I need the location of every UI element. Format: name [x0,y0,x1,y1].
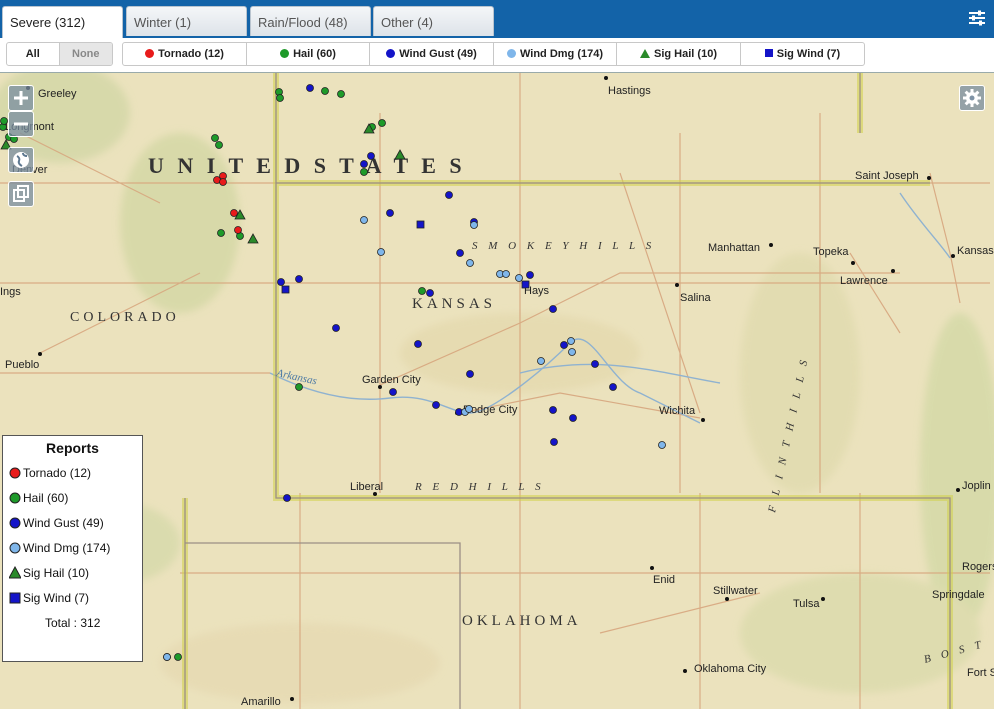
zoom-in-button[interactable] [8,85,34,111]
green-dot-icon [280,48,290,58]
legend-label: Sig Wind (7) [23,591,90,605]
legend-label: Tornado (12) [23,466,92,480]
map-view[interactable]: U N I T E D S T A T E S COLORADO KANSAS … [0,72,994,709]
filter-sig-hail[interactable]: Sig Hail (10) [617,43,741,65]
legend-item-sig-wind: Sig Wind (7) [9,591,89,607]
filter-wind-gust[interactable]: Wind Gust (49) [370,43,494,65]
gear-icon [963,89,981,107]
filter-label: Wind Gust (49) [399,48,477,60]
legend-label: Sig Hail (10) [23,566,90,580]
legend-label: Hail (60) [23,491,69,505]
city-label: Saint Joseph [855,170,919,182]
city-label: Stillwater [713,585,758,597]
sliders-icon[interactable] [968,9,986,27]
legend-item-sig-hail: Sig Hail (10) [8,565,89,582]
city-label: Fort S [967,667,994,679]
light-blue-dot-icon [9,542,21,554]
legend-label: Wind Dmg (174) [23,541,111,555]
blue-dot-icon [9,517,21,529]
tab-rain-flood[interactable]: Rain/Flood (48) [250,6,371,36]
region-label-red-hills: R E D H I L L S [414,481,545,493]
city-label: Greeley [38,88,77,100]
city-label: Rogers [962,561,994,573]
red-dot-icon [9,467,21,479]
globe-button[interactable] [8,147,34,173]
state-label-kansas: KANSAS [412,296,496,312]
tab-other[interactable]: Other (4) [373,6,494,36]
all-button[interactable]: All [7,43,60,65]
city-label: Wichita [659,405,696,417]
report-type-filters: Tornado (12) Hail (60) Wind Gust (49) Wi… [122,42,865,66]
city-label: Enid [653,574,675,586]
plus-icon [14,91,28,105]
minus-icon [14,122,28,126]
legend-label: Wind Gust (49) [23,516,104,530]
red-dot-icon [145,48,155,58]
city-label: Liberal [350,481,383,493]
filter-label: Wind Dmg (174) [519,48,603,60]
city-label: Amarillo [241,696,281,708]
sig-wind-markers [281,220,530,294]
legend-item-wind-gust: Wind Gust (49) [9,516,104,532]
tab-label: Winter (1) [134,15,192,30]
city-label: Garden City [362,374,421,386]
tab-label: Rain/Flood (48) [258,15,348,30]
city-label: Topeka [813,246,849,258]
blue-square-icon [9,592,21,604]
filter-hail[interactable]: Hail (60) [247,43,370,65]
blue-square-icon [764,49,773,58]
legend-item-wind-dmg: Wind Dmg (174) [9,541,110,557]
reports-legend: Reports Tornado (12) Hail (60) Wind Gust… [2,435,143,662]
globe-icon [13,152,29,168]
blue-dot-icon [386,48,396,58]
map-settings-button[interactable] [959,85,985,111]
tab-bar: Severe (312) Winter (1) Rain/Flood (48) … [0,0,994,38]
country-label: U N I T E D S T A T E S [148,153,466,178]
city-label: Manhattan [708,242,760,254]
none-button[interactable]: None [59,43,112,65]
zoom-out-button[interactable] [8,111,34,137]
city-label: Oklahoma City [694,663,767,675]
city-label: Springdale [932,589,985,601]
tab-label: Severe (312) [10,15,86,30]
filter-tornado[interactable]: Tornado (12) [123,43,247,65]
filter-label: Tornado (12) [158,48,224,60]
filter-wind-dmg[interactable]: Wind Dmg (174) [494,43,617,65]
tab-severe[interactable]: Severe (312) [2,6,123,38]
state-label-oklahoma: OKLAHOMA [462,613,582,629]
state-label-colorado: COLORADO [70,310,180,325]
filter-bar: All None Tornado (12) Hail (60) Wind Gus… [0,38,994,72]
filter-label: Hail (60) [293,48,336,60]
legend-item-hail: Hail (60) [9,491,68,507]
tab-label: Other (4) [381,15,434,30]
copy-button[interactable] [8,181,34,207]
copy-icon [13,185,29,202]
filter-sig-wind[interactable]: Sig Wind (7) [741,43,864,65]
basemap: U N I T E D S T A T E S COLORADO KANSAS … [0,73,994,709]
tab-winter[interactable]: Winter (1) [126,6,247,36]
light-blue-dot-icon [506,48,516,58]
green-triangle-icon [8,565,22,579]
green-triangle-icon [640,48,651,58]
region-label-smokey-hills: S M O K E Y H I L L S [472,240,655,252]
green-dot-icon [9,492,21,504]
filter-label: Sig Hail (10) [654,48,717,60]
city-label: Joplin [962,480,991,492]
city-label: Salina [680,292,711,304]
city-label: Hastings [608,85,651,97]
city-label: Ings [0,286,21,298]
city-label: Pueblo [5,359,39,371]
all-none-toggle: All None [6,42,113,66]
filter-label: Sig Wind (7) [776,48,841,60]
city-label: Kansas [957,245,994,257]
city-label: Tulsa [793,598,820,610]
city-label: Lawrence [840,275,888,287]
legend-item-tornado: Tornado (12) [9,466,91,482]
legend-title: Reports [46,440,99,456]
legend-total: Total : 312 [45,616,101,630]
